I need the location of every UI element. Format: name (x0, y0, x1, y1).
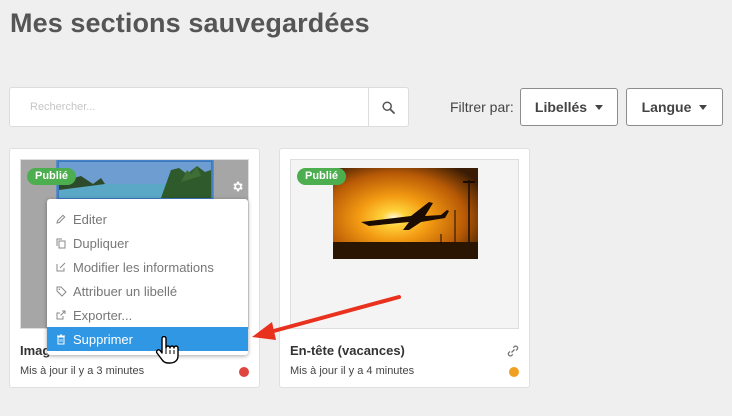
menu-item-label: Supprimer (73, 331, 133, 347)
caret-down-icon (699, 104, 708, 110)
context-menu: Editer Dupliquer Modifier les informatio… (47, 199, 248, 355)
status-badge: Publié (297, 168, 347, 185)
menu-item-label: Modifier les informations (73, 259, 214, 275)
menu-item-label: Attribuer un libellé (73, 283, 178, 299)
edit-info-icon (56, 262, 72, 272)
tag-icon (56, 286, 72, 297)
status-badge: Publié (27, 168, 77, 185)
filter-label: Filtrer par: (450, 99, 514, 115)
trash-icon (56, 334, 72, 345)
hand-cursor-icon (155, 336, 179, 364)
search-box (9, 87, 409, 127)
status-dot (509, 367, 519, 377)
status-dot (239, 367, 249, 377)
caret-down-icon (595, 104, 604, 110)
menu-item-edit[interactable]: Editer (47, 207, 248, 231)
page-title: Mes sections sauvegardées (10, 8, 370, 38)
gear-icon[interactable] (231, 180, 244, 193)
menu-item-export[interactable]: Exporter... (47, 303, 248, 327)
labels-dropdown-label: Libellés (534, 99, 588, 115)
unlink-icon (507, 345, 519, 357)
menu-item-label: Dupliquer (73, 235, 129, 251)
menu-item-label: Editer (73, 211, 107, 227)
sunset-airplane-image (291, 160, 518, 328)
section-name[interactable]: En-tête (vacances) (290, 343, 405, 358)
section-updated-text: Mis à jour il y a 3 minutes (20, 365, 145, 377)
pencil-icon (56, 214, 72, 224)
export-icon (56, 310, 72, 320)
section-updated-text: Mis à jour il y a 4 minutes (290, 365, 415, 377)
section-card[interactable]: Publié En-tête (vacances) Mis à jour il … (279, 148, 530, 388)
menu-item-label: Exporter... (73, 307, 133, 323)
menu-item-delete[interactable]: Supprimer (47, 327, 248, 351)
menu-item-edit-info[interactable]: Modifier les informations (47, 255, 248, 279)
search-input[interactable] (10, 88, 368, 126)
copy-icon (56, 238, 72, 249)
labels-dropdown[interactable]: Libellés (520, 88, 618, 126)
menu-item-assign-label[interactable]: Attribuer un libellé (47, 279, 248, 303)
search-button[interactable] (368, 88, 408, 126)
menu-item-duplicate[interactable]: Dupliquer (47, 231, 248, 255)
search-icon (382, 100, 395, 114)
language-dropdown-label: Langue (641, 99, 692, 115)
language-dropdown[interactable]: Langue (626, 88, 723, 126)
section-thumbnail[interactable]: Publié (290, 159, 519, 329)
